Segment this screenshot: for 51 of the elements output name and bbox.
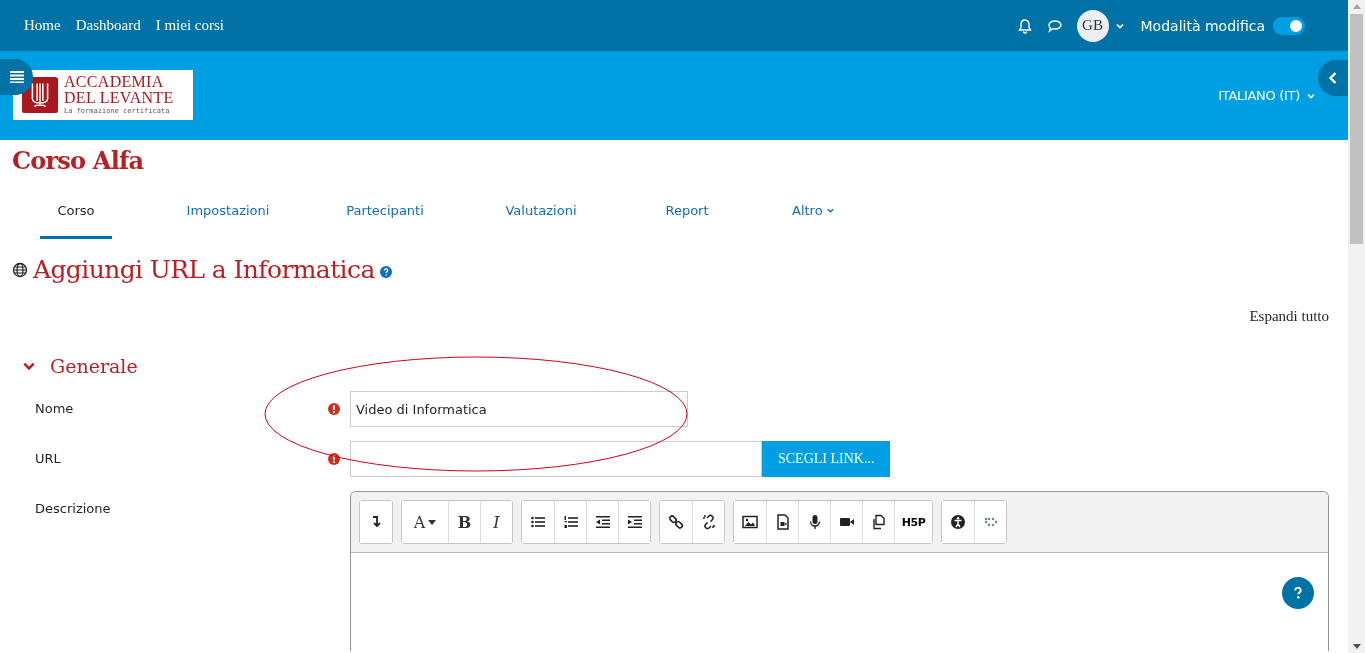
edit-mode-label: Modalità modifica	[1140, 17, 1265, 34]
logo-text: DEL LEVANTE	[64, 90, 174, 106]
scroll-down-icon[interactable]	[1352, 644, 1361, 649]
globe-icon	[12, 261, 28, 278]
toolbar-button[interactable]	[360, 501, 392, 543]
chat-icon[interactable]	[1046, 17, 1063, 34]
url-input[interactable]	[350, 441, 762, 477]
drawer-toggle-button[interactable]	[1318, 60, 1348, 96]
nav-link[interactable]: I miei corsi	[155, 17, 224, 34]
section-title[interactable]: Generale	[50, 355, 138, 377]
field-label: Descrizione	[34, 500, 112, 518]
question-mark-icon	[1293, 587, 1303, 599]
menu-drawer-button[interactable]	[0, 59, 33, 95]
copy-icon	[870, 514, 887, 530]
page-heading: Aggiungi URL a Informatica	[33, 255, 375, 284]
nav-tab[interactable]: Partecipanti	[340, 197, 430, 239]
caret-icon	[428, 519, 437, 525]
field-label: URL	[34, 450, 62, 468]
accessibility-icon	[950, 514, 966, 530]
nav-tab[interactable]: Valutazioni	[500, 197, 582, 239]
outdent-icon	[594, 514, 611, 530]
numbered-list-icon	[562, 514, 579, 530]
name-input[interactable]: Video di Informatica	[350, 391, 688, 427]
unlink-icon	[700, 514, 717, 530]
bell-icon[interactable]	[1016, 17, 1033, 34]
course-title: Corso Alfa	[12, 146, 145, 175]
expand-all-link[interactable]: Espandi tutto	[1249, 308, 1329, 325]
nav-tab[interactable]: Altro	[792, 197, 835, 239]
nav-tab[interactable]: Corso	[40, 197, 112, 239]
help-icon[interactable]	[379, 265, 392, 278]
scrollbar[interactable]	[1348, 0, 1365, 653]
nav-link[interactable]: Home	[24, 17, 61, 34]
bullet-list-icon	[530, 514, 546, 530]
nav-tab[interactable]: Report	[662, 197, 712, 239]
help-button[interactable]	[1282, 577, 1314, 609]
chevron-left-icon	[1328, 71, 1338, 85]
toolbar-button[interactable]	[618, 501, 650, 543]
nav-tab[interactable]: Impostazioni	[186, 197, 270, 239]
field-label: Nome	[34, 400, 75, 418]
image-icon	[742, 514, 758, 530]
logo-text: ACCADEMIA	[64, 74, 165, 90]
user-avatar[interactable]: GB	[1076, 9, 1109, 42]
nav-link[interactable]: Dashboard	[75, 17, 141, 34]
media-file-icon	[774, 514, 791, 530]
toolbar-button[interactable]: H5P	[894, 501, 932, 543]
indent-icon	[626, 514, 643, 530]
toolbar-button[interactable]	[692, 501, 724, 543]
edit-mode-switch[interactable]	[1273, 16, 1305, 35]
menu-icon	[9, 71, 24, 83]
toolbar-button[interactable]: I	[480, 501, 512, 543]
link-icon	[668, 514, 684, 530]
